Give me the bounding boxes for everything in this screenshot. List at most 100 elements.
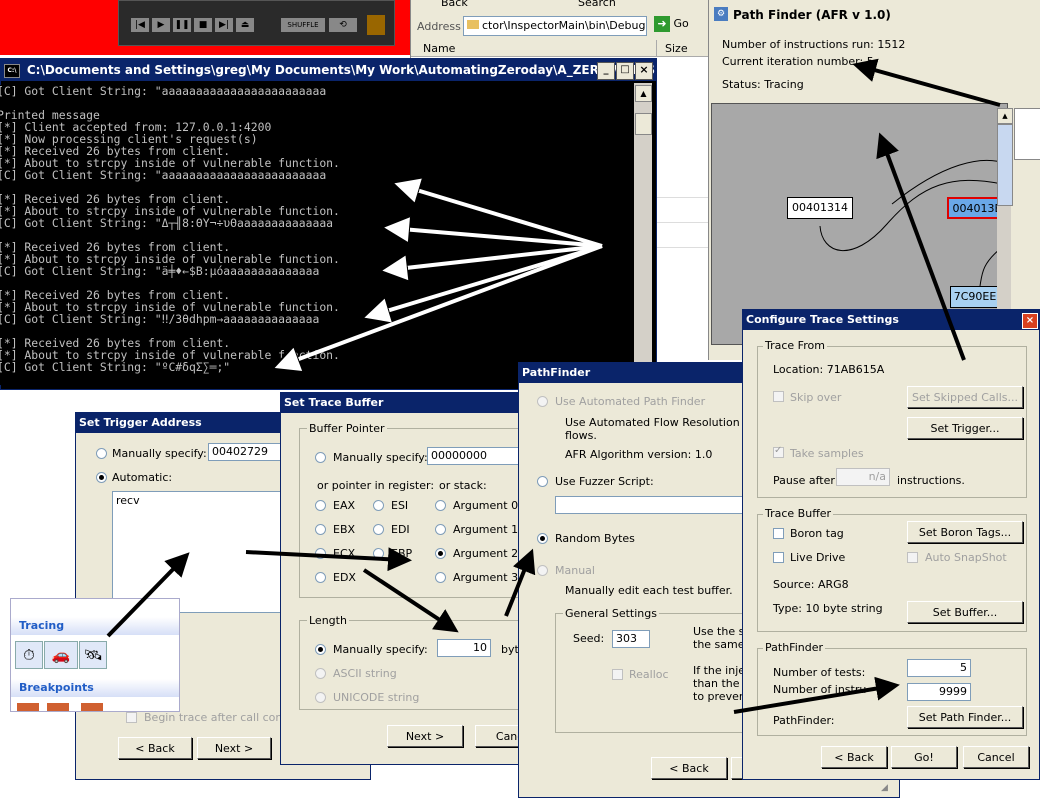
resize-grip-icon[interactable]: ◢ (881, 783, 893, 795)
console-window: C:\ C:\Documents and Settings\greg\My Do… (0, 58, 657, 390)
auto-snapshot-checkbox[interactable] (907, 552, 918, 563)
auto-snapshot-label: Auto SnapShot (925, 551, 1007, 564)
fuzzer-script-field[interactable] (555, 496, 765, 514)
repeat-icon[interactable]: ⟲ (329, 18, 357, 32)
pathfinder-row-label: PathFinder: (773, 714, 835, 727)
manual-radio[interactable] (537, 565, 548, 576)
breakpoint-icon[interactable] (47, 703, 69, 711)
console-output: [C] Got Client String: "aaaaaaaaaaaaaaaa… (0, 85, 625, 385)
begin-trace-checkbox[interactable] (126, 712, 137, 723)
column-header-size[interactable]: Size (656, 40, 712, 57)
car-icon[interactable]: 🚗 (44, 641, 78, 669)
source-text: Source: ARG8 (773, 578, 849, 591)
breakpoint-icon[interactable] (81, 703, 103, 711)
skip-over-checkbox[interactable] (773, 391, 784, 402)
manual-label: Manual (555, 564, 595, 577)
back-button[interactable]: Back (441, 0, 468, 9)
unicode-label: UNICODE string (333, 691, 420, 704)
cancel-button[interactable]: Cancel (963, 746, 1029, 768)
stack-radio-arg3[interactable] (435, 572, 446, 583)
realloc-checkbox[interactable] (612, 669, 623, 680)
boron-tag-checkbox[interactable] (773, 528, 784, 539)
go-button[interactable]: ➜ Go (654, 16, 704, 36)
fuzzer-radio[interactable] (537, 476, 548, 487)
register-radio-ebp[interactable] (373, 548, 384, 559)
prev-icon[interactable]: |◀ (131, 18, 149, 32)
shuffle-button[interactable]: SHUFFLE (281, 18, 325, 32)
scroll-thumb[interactable] (997, 124, 1013, 206)
stopwatch-icon[interactable]: ⏱ (15, 641, 43, 669)
eject-icon[interactable]: ⏏ (236, 18, 254, 32)
graph-vscroll[interactable]: ▲ (997, 108, 1013, 333)
set-boron-tags-button[interactable]: Set Boron Tags... (907, 521, 1023, 543)
auto-pathfinder-radio[interactable] (537, 396, 548, 407)
manual-radio[interactable] (96, 448, 107, 459)
set-path-finder-button[interactable]: Set Path Finder... (907, 706, 1023, 728)
length-label: Length (307, 614, 349, 627)
length-field[interactable]: 10 (437, 639, 491, 657)
list-item[interactable]: recv (116, 494, 140, 507)
register-label-ebx: EBX (333, 523, 356, 536)
search-button[interactable]: Search (578, 0, 616, 9)
console-line: [C] Got Client String: "Δ┬╢8:ΘΥ¬÷υΘaaaaa… (0, 216, 334, 230)
satellite-icon[interactable]: 🛰 (79, 641, 107, 669)
list-item[interactable] (656, 175, 711, 198)
num-tests-label: Number of tests: (773, 666, 866, 679)
address-field[interactable]: ctor\InspectorMain\bin\Debug (463, 16, 647, 36)
tracing-panel: Tracing ⏱ 🚗 🛰 Breakpoints (10, 598, 180, 712)
maximize-button[interactable]: □ (616, 62, 634, 80)
location-text: Location: 71AB615A (773, 363, 885, 376)
close-button[interactable]: × (1022, 313, 1038, 329)
breakpoint-icon[interactable] (17, 703, 39, 711)
live-drive-label: Live Drive (790, 551, 846, 564)
set-buffer-button[interactable]: Set Buffer... (907, 601, 1023, 623)
register-radio-edx[interactable] (315, 572, 326, 583)
pause-after-field[interactable]: n/a (836, 468, 890, 486)
minimize-button[interactable]: _ (597, 62, 615, 80)
column-header-name[interactable]: Name (411, 40, 656, 57)
go-button[interactable]: Go! (891, 746, 957, 768)
register-radio-ebx[interactable] (315, 524, 326, 535)
stack-radio-arg1[interactable] (435, 524, 446, 535)
stack-label-arg1: Argument 1 (453, 523, 519, 536)
register-radio-ecx[interactable] (315, 548, 326, 559)
stack-radio-arg2[interactable] (435, 548, 446, 559)
scroll-up-icon[interactable]: ▲ (635, 85, 652, 102)
set-trigger-button[interactable]: Set Trigger... (907, 417, 1023, 439)
back-button[interactable]: < Back (118, 737, 192, 759)
scroll-thumb[interactable] (635, 113, 652, 135)
register-radio-esi[interactable] (373, 500, 384, 511)
automatic-radio[interactable] (96, 472, 107, 483)
console-scrollbar[interactable]: ▲ (634, 83, 652, 388)
random-bytes-radio[interactable] (537, 533, 548, 544)
unicode-radio[interactable] (315, 692, 326, 703)
pause-icon[interactable]: ❚❚ (173, 18, 191, 32)
buffer-manual-radio[interactable] (315, 452, 326, 463)
list-item[interactable] (656, 200, 711, 223)
graph-edges (819, 159, 1007, 287)
play-icon[interactable]: ▶ (152, 18, 170, 32)
num-tests-field[interactable]: 5 (907, 659, 971, 677)
length-manual-radio[interactable] (315, 644, 326, 655)
set-skipped-calls-button[interactable]: Set Skipped Calls... (907, 386, 1023, 408)
stop-icon[interactable]: ■ (194, 18, 212, 32)
register-radio-eax[interactable] (315, 500, 326, 511)
list-item[interactable] (656, 225, 711, 248)
close-button[interactable]: × (635, 62, 653, 80)
next-button[interactable]: Next > (387, 725, 463, 747)
register-radio-edi[interactable] (373, 524, 384, 535)
register-label-ebp: EBP (391, 547, 413, 560)
num-instructions-field[interactable]: 9999 (907, 683, 971, 701)
next-button[interactable]: Next > (197, 737, 271, 759)
stack-radio-arg0[interactable] (435, 500, 446, 511)
automatic-label: Automatic: (112, 471, 173, 484)
take-samples-checkbox[interactable] (773, 445, 784, 458)
scroll-up-icon[interactable]: ▲ (997, 108, 1013, 124)
graph-node[interactable]: 00401314 (787, 197, 853, 219)
seed-field[interactable]: 303 (612, 630, 650, 648)
back-button[interactable]: < Back (821, 746, 887, 768)
ascii-radio[interactable] (315, 668, 326, 679)
back-button[interactable]: < Back (651, 757, 727, 779)
live-drive-checkbox[interactable] (773, 552, 784, 563)
next-icon[interactable]: ▶| (215, 18, 233, 32)
